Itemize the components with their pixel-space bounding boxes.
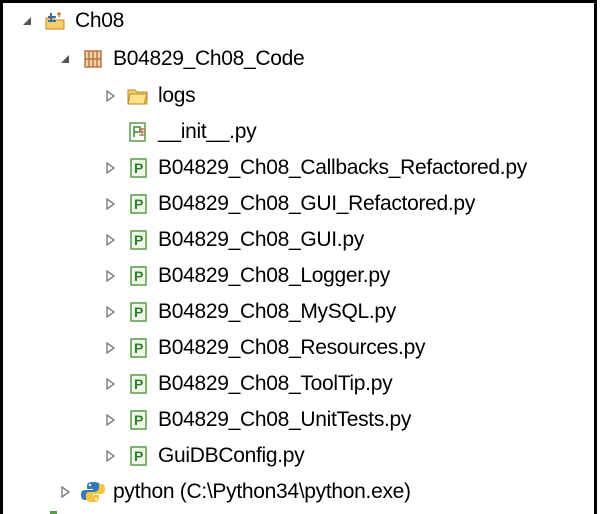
- python-interpreter-label: python (C:\Python34\python.exe): [113, 480, 411, 503]
- module-label: B04829_Ch08_UnitTests.py: [158, 408, 412, 431]
- module-label: B04829_Ch08_Callbacks_Refactored.py: [158, 156, 527, 179]
- tree-row-module[interactable]: P B04829_Ch08_GUI.py: [102, 223, 364, 257]
- collapsed-triangle-icon[interactable]: [102, 376, 118, 392]
- collapsed-triangle-icon[interactable]: [102, 88, 118, 104]
- svg-text:P: P: [134, 340, 143, 356]
- tree-row-package[interactable]: B04829_Ch08_Code: [57, 42, 305, 76]
- svg-text:P: P: [134, 412, 143, 428]
- module-label: GuiDBConfig.py: [158, 444, 305, 467]
- python-project-folder-icon: [43, 9, 67, 33]
- package-label: B04829_Ch08_Code: [113, 47, 305, 70]
- expanded-triangle-icon[interactable]: [19, 13, 35, 29]
- collapsed-triangle-icon[interactable]: [102, 448, 118, 464]
- logs-folder-label: logs: [158, 84, 196, 107]
- svg-text:P: P: [134, 160, 143, 176]
- python-module-icon: P: [126, 408, 150, 432]
- python-init-file-icon: [126, 120, 150, 144]
- init-file-label: __init__.py: [158, 120, 257, 143]
- python-module-icon: P: [126, 156, 150, 180]
- tree-row-module[interactable]: P B04829_Ch08_UnitTests.py: [102, 403, 411, 437]
- module-label: B04829_Ch08_GUI_Refactored.py: [158, 192, 476, 215]
- module-label: B04829_Ch08_GUI.py: [158, 228, 364, 251]
- partial-green-icon-fragment: [41, 503, 63, 514]
- python-interpreter-icon: [81, 480, 105, 504]
- expanded-triangle-icon[interactable]: [57, 51, 73, 67]
- svg-text:P: P: [134, 304, 143, 320]
- tree-row-init-file[interactable]: __init__.py: [126, 115, 257, 149]
- tree-row-module[interactable]: P B04829_Ch08_Logger.py: [102, 259, 390, 293]
- python-module-icon: P: [126, 264, 150, 288]
- collapsed-triangle-icon[interactable]: [102, 196, 118, 212]
- tree-row-module[interactable]: P B04829_Ch08_MySQL.py: [102, 295, 396, 329]
- collapsed-triangle-icon[interactable]: [102, 340, 118, 356]
- python-module-icon: P: [126, 444, 150, 468]
- project-label: Ch08: [75, 9, 125, 32]
- tree-row-module[interactable]: P B04829_Ch08_Resources.py: [102, 331, 425, 365]
- tree-row-module[interactable]: P B04829_Ch08_Callbacks_Refactored.py: [102, 151, 527, 185]
- folder-icon: [126, 84, 150, 108]
- tree-row-module[interactable]: P B04829_Ch08_ToolTip.py: [102, 367, 393, 401]
- python-module-icon: P: [126, 372, 150, 396]
- tree-row-project-ch08[interactable]: Ch08: [19, 4, 124, 38]
- tree-row-logs-folder[interactable]: logs: [102, 79, 196, 113]
- svg-text:P: P: [134, 448, 143, 464]
- python-module-icon: P: [126, 228, 150, 252]
- svg-text:P: P: [134, 268, 143, 284]
- collapsed-triangle-icon[interactable]: [57, 484, 73, 500]
- collapsed-triangle-icon[interactable]: [102, 268, 118, 284]
- collapsed-triangle-icon[interactable]: [102, 412, 118, 428]
- module-label: B04829_Ch08_MySQL.py: [158, 300, 396, 323]
- module-label: B04829_Ch08_Resources.py: [158, 336, 426, 359]
- module-label: B04829_Ch08_Logger.py: [158, 264, 390, 287]
- tree-row-module[interactable]: P GuiDBConfig.py: [102, 439, 305, 473]
- tree-row-python-interpreter[interactable]: python (C:\Python34\python.exe): [57, 475, 411, 509]
- collapsed-triangle-icon[interactable]: [102, 160, 118, 176]
- module-label: B04829_Ch08_ToolTip.py: [158, 372, 393, 395]
- svg-text:P: P: [134, 376, 143, 392]
- python-module-icon: P: [126, 336, 150, 360]
- collapsed-triangle-icon[interactable]: [102, 232, 118, 248]
- tree-row-module[interactable]: P B04829_Ch08_GUI_Refactored.py: [102, 187, 475, 221]
- svg-text:P: P: [134, 196, 143, 212]
- python-module-icon: P: [126, 192, 150, 216]
- svg-text:P: P: [134, 232, 143, 248]
- project-explorer-tree: Ch08 B04829_Ch08_Code logs __init__.py P…: [0, 0, 597, 514]
- python-package-icon: [81, 47, 105, 71]
- python-module-icon: P: [126, 300, 150, 324]
- collapsed-triangle-icon[interactable]: [102, 304, 118, 320]
